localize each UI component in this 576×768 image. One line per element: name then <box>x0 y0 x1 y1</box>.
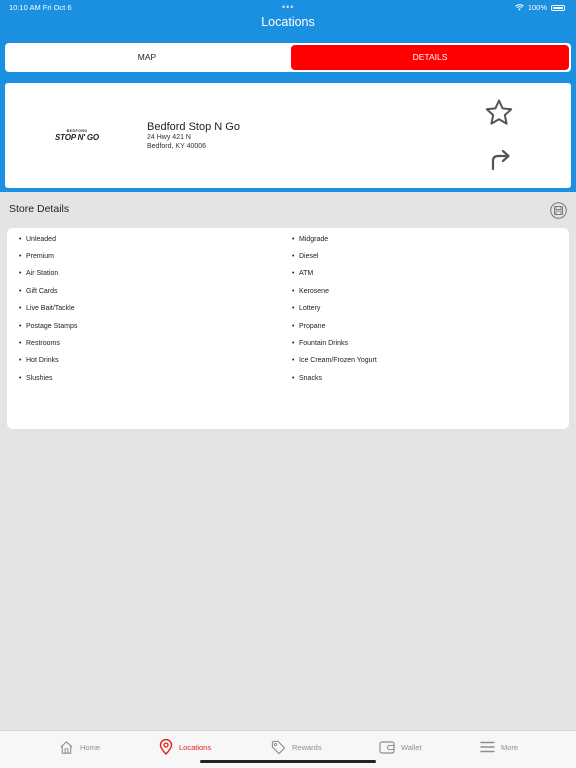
tab-home-label: Home <box>80 742 101 752</box>
directions-arrow-icon[interactable] <box>487 147 513 173</box>
store-details-title: Store Details <box>9 203 70 215</box>
wifi-icon <box>514 4 524 11</box>
amenity-item: Fountain Drinks <box>292 339 348 349</box>
tab-rewards-label: Rewards <box>292 742 322 752</box>
status-indicators: 100% <box>514 3 565 12</box>
battery-icon <box>551 4 565 11</box>
store-logo-main: STOP N' GO <box>55 133 99 142</box>
wallet-icon <box>379 741 395 754</box>
tab-more-label: More <box>501 742 519 752</box>
store-card: BEDFORD STOP N' GO Bedford Stop N Go 24 … <box>5 83 571 188</box>
status-time: 10:10 AM Fri Oct 6 <box>9 3 72 12</box>
amenity-item: Diesel <box>292 252 319 262</box>
status-bar: 10:10 AM Fri Oct 6 ••• 100% <box>0 0 576 14</box>
tab-wallet-label: Wallet <box>401 742 422 752</box>
tab-locations[interactable]: Locations <box>159 737 211 757</box>
amenity-item: Ice Cream/Frozen Yogurt <box>292 356 377 366</box>
amenity-item: ATM <box>292 269 313 279</box>
tag-icon <box>271 740 286 754</box>
battery-percent: 100% <box>527 3 547 12</box>
store-logo: BEDFORD STOP N' GO <box>53 129 101 142</box>
location-pin-icon <box>159 739 173 755</box>
tab-map[interactable]: MAP <box>7 45 287 70</box>
tab-wallet[interactable]: Wallet <box>379 737 422 757</box>
view-segmented-control: MAP DETAILS <box>5 43 571 72</box>
tab-details[interactable]: DETAILS <box>291 45 569 70</box>
store-details-card: Unleaded Premium Air Station Gift Cards … <box>7 228 569 429</box>
multitasking-dots[interactable]: ••• <box>282 2 294 12</box>
header: 10:10 AM Fri Oct 6 ••• 100% Locations MA… <box>0 0 576 192</box>
store-address-line2: Bedford, KY 40006 <box>147 143 207 150</box>
favorite-star-icon[interactable] <box>483 97 515 129</box>
save-disk-icon[interactable] <box>550 202 567 219</box>
amenity-item: Unleaded <box>19 235 56 245</box>
amenity-item: Restrooms <box>19 339 60 349</box>
amenity-item: Snacks <box>292 374 322 384</box>
amenity-item: Lottery <box>292 304 321 314</box>
amenity-item: Postage Stamps <box>19 322 77 332</box>
home-icon <box>60 740 73 754</box>
amenity-item: Air Station <box>19 269 58 279</box>
store-address-line1: 24 Hwy 421 N <box>147 134 191 141</box>
amenity-item: Kerosene <box>292 287 329 297</box>
tab-more[interactable]: More <box>480 737 518 757</box>
amenity-item: Midgrade <box>292 235 328 245</box>
amenity-item: Hot Drinks <box>19 356 59 366</box>
tab-rewards[interactable]: Rewards <box>271 737 322 757</box>
amenity-item: Gift Cards <box>19 287 57 297</box>
tab-locations-label: Locations <box>179 742 212 752</box>
store-name: Bedford Stop N Go <box>147 121 240 133</box>
amenity-item: Premium <box>19 252 54 262</box>
amenity-item: Live Bait/Tackle <box>19 304 75 314</box>
tab-home[interactable]: Home <box>59 737 100 757</box>
page-title: Locations <box>261 15 315 29</box>
menu-icon <box>480 741 495 753</box>
amenity-item: Propane <box>292 322 326 332</box>
home-indicator[interactable] <box>200 760 376 763</box>
amenity-item: Slushies <box>19 374 53 384</box>
